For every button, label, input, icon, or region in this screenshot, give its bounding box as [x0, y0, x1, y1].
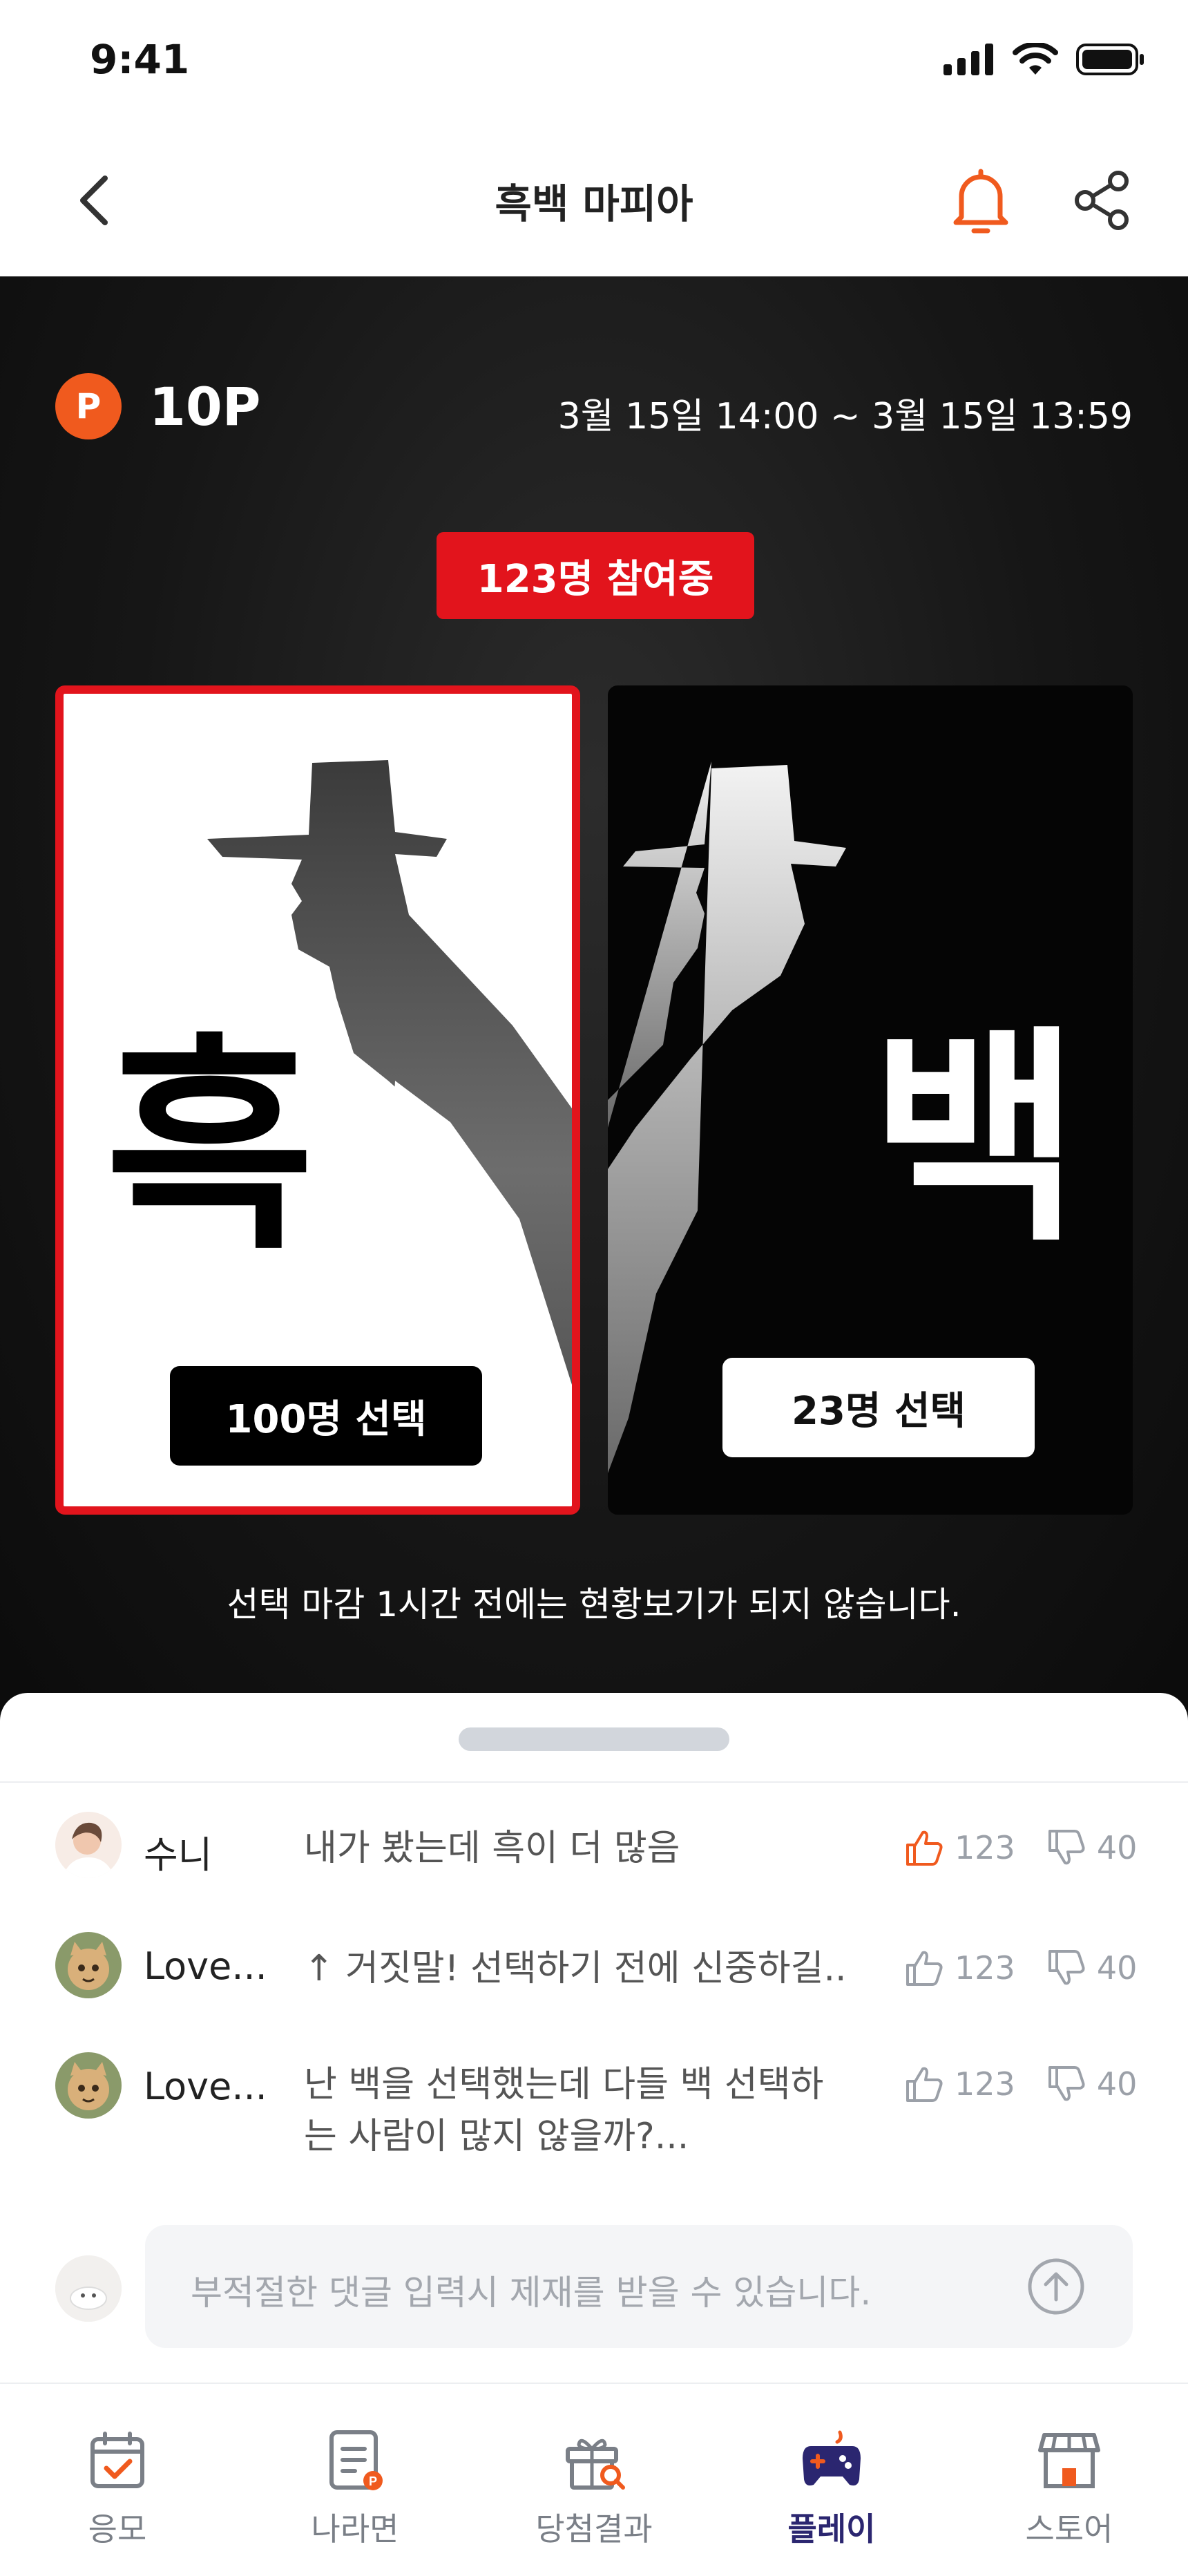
like-count: 123: [955, 2065, 1015, 2103]
comment-text: ↑ 거짓말! 선택하기 전에 신중하길..: [304, 1948, 847, 1989]
nav-label: 당첨결과: [535, 2510, 653, 2548]
thumbs-up-icon[interactable]: [903, 1947, 945, 1989]
option-card-black[interactable]: 흑 100명 선택: [55, 685, 580, 1515]
thumbs-up-icon[interactable]: [903, 2063, 945, 2105]
share-icon[interactable]: [1067, 166, 1136, 235]
comment-reactions: 123 40: [903, 1827, 1137, 1868]
sheet-drag-handle[interactable]: [459, 1727, 729, 1751]
wifi-icon: [1013, 43, 1058, 75]
avatar: [55, 1812, 122, 1878]
avatar: [55, 2052, 122, 2119]
point-badge-icon: P: [55, 373, 122, 439]
nav-label: 플레이: [787, 2510, 876, 2548]
bell-icon[interactable]: [946, 164, 1015, 240]
nav-label: 나라면: [311, 2510, 399, 2548]
dislike-count: 40: [1096, 1829, 1138, 1866]
comment-input-row: 부적절한 댓글 입력시 제재를 받을 수 있습니다.: [0, 2225, 1188, 2349]
gift-search-icon: [566, 2438, 625, 2490]
thumbs-down-icon[interactable]: [1046, 1947, 1087, 1989]
comment-reactions: 123 40: [903, 1947, 1137, 1989]
choose-white-button[interactable]: 23명 선택: [722, 1358, 1035, 1457]
nav-item-play[interactable]: 플레이: [742, 2425, 921, 2550]
battery-icon: [1076, 44, 1144, 75]
nav-item-if-me[interactable]: P 나라면: [265, 2425, 445, 2550]
nav-item-store[interactable]: 스토어: [979, 2425, 1159, 2550]
thumbs-down-icon[interactable]: [1046, 1827, 1087, 1868]
comment-text: 난 백을 선택했는데 다들 백 선택하는 사람이 많지 않을까?...: [304, 2064, 824, 2157]
participants-badge: 123명 참여중: [437, 532, 754, 619]
comment-reactions: 123 40: [903, 2063, 1137, 2105]
like-count: 123: [955, 1949, 1015, 1987]
app-header: 흑백 마피아: [0, 131, 1188, 276]
calendar-check-icon: [90, 2432, 144, 2488]
status-time: 9:41: [90, 36, 190, 83]
status-icons: [943, 43, 1145, 76]
event-period: 3월 15일 14:00 ~ 3월 15일 13:59: [557, 396, 1133, 437]
gamepad-icon: [803, 2430, 861, 2485]
status-bar: 9:41: [0, 0, 1188, 131]
thumbs-up-icon[interactable]: [903, 1827, 945, 1868]
signal-icon: [943, 44, 993, 75]
option-char-black: 흑: [105, 1012, 315, 1280]
comment-author: 수니: [144, 1833, 213, 1877]
option-card-white[interactable]: 백 23명 선택: [608, 685, 1133, 1515]
like-count: 123: [955, 1829, 1015, 1866]
reward-points: P 10P: [55, 373, 260, 439]
thumbs-down-icon[interactable]: [1046, 2063, 1087, 2105]
comment-author: Love...: [144, 1944, 267, 1988]
comment-author: Love...: [144, 2065, 267, 2108]
nav-item-results[interactable]: 당첨결과: [504, 2425, 684, 2550]
list-points-icon: P: [329, 2430, 383, 2490]
event-hero: P 10P 3월 15일 14:00 ~ 3월 15일 13:59 123명 참…: [0, 276, 1188, 1741]
nav-item-apply[interactable]: 응모: [28, 2425, 207, 2550]
divider: [0, 1781, 1188, 1783]
dislike-count: 40: [1096, 1949, 1138, 1987]
comment-input-placeholder: 부적절한 댓글 입력시 제재를 받을 수 있습니다.: [191, 2273, 872, 2313]
option-char-white: 백: [870, 1004, 1080, 1272]
nav-label: 응모: [88, 2510, 147, 2548]
points-value: 10P: [149, 375, 261, 437]
avatar: [55, 1932, 122, 1998]
status-notice: 선택 마감 1시간 전에는 현황보기가 되지 않습니다.: [227, 1584, 961, 1625]
dislike-count: 40: [1096, 2065, 1138, 2103]
store-icon: [1038, 2433, 1100, 2488]
send-arrow-icon[interactable]: [1026, 2257, 1086, 2316]
comment-input[interactable]: 부적절한 댓글 입력시 제재를 받을 수 있습니다.: [145, 2225, 1133, 2348]
comment-text: 내가 봤는데 흑이 더 많음: [304, 1828, 680, 1869]
nav-label: 스토어: [1025, 2510, 1113, 2548]
choose-black-button[interactable]: 100명 선택: [170, 1366, 482, 1466]
avatar: [55, 2255, 122, 2322]
svg-text:P: P: [369, 2474, 377, 2488]
bottom-nav: 응모 P 나라면 당첨결과 플레이 스토어: [0, 2383, 1188, 2576]
